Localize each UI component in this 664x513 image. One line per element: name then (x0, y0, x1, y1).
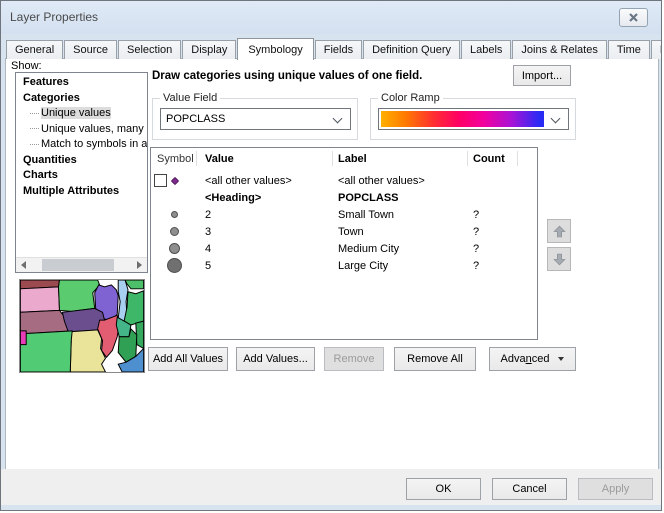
table-row[interactable]: 4 Medium City ? (151, 240, 537, 257)
tab-display[interactable]: Display (182, 40, 236, 59)
sidebar-item-unique-values-many[interactable]: Unique values, many (16, 122, 147, 138)
tab-time[interactable]: Time (608, 40, 650, 59)
value-field-select[interactable]: POPCLASS (160, 108, 351, 130)
cancel-button[interactable]: Cancel (492, 478, 567, 500)
sidebar-item-features[interactable]: Features (16, 75, 147, 91)
sidebar-item-charts[interactable]: Charts (16, 168, 147, 184)
tree-connector (30, 128, 39, 129)
tab-symbology[interactable]: Symbology (237, 38, 313, 60)
tab-source[interactable]: Source (64, 40, 117, 59)
table-row[interactable]: 3 Town ? (151, 223, 537, 240)
scroll-left-button[interactable] (16, 258, 31, 272)
table-row[interactable]: <all other values> <all other values> (151, 172, 537, 189)
header-value: Value (197, 151, 333, 166)
remove-all-button[interactable]: Remove All (394, 347, 476, 371)
scroll-right-icon (137, 261, 142, 269)
circle-symbol-icon (169, 243, 180, 254)
tab-general[interactable]: General (6, 40, 63, 59)
show-label: Show: (11, 60, 42, 72)
layer-properties-dialog: Layer Properties General Source Selectio… (0, 0, 662, 511)
scrollbar-thumb[interactable] (42, 259, 114, 271)
apply-button: Apply (578, 478, 653, 500)
ok-button[interactable]: OK (406, 478, 481, 500)
circle-symbol-icon (170, 227, 179, 236)
draw-method-heading: Draw categories using unique values of o… (152, 70, 422, 82)
scroll-left-icon (21, 261, 26, 269)
tab-strip: General Source Selection Display Symbolo… (6, 37, 662, 59)
tab-labels[interactable]: Labels (461, 40, 511, 59)
advanced-button[interactable]: Advanced (489, 347, 576, 371)
table-header: Symbol Value Label Count (151, 148, 537, 169)
add-all-values-button[interactable]: Add All Values (148, 347, 228, 371)
chevron-down-icon (333, 114, 343, 124)
down-arrow-icon (553, 253, 566, 266)
color-ramp-group: Color Ramp (370, 98, 576, 140)
close-button[interactable] (619, 8, 648, 27)
symbol-table: Symbol Value Label Count <all other valu… (150, 147, 538, 340)
up-arrow-icon (553, 225, 566, 238)
window-title: Layer Properties (10, 10, 98, 24)
color-ramp-label: Color Ramp (378, 92, 443, 104)
sidebar-item-unique-values[interactable]: Unique values (16, 106, 147, 122)
dropdown-arrow-icon (558, 357, 564, 361)
header-label: Label (333, 151, 468, 166)
symbology-tab-page: Show: Features Categories Unique values … (5, 58, 659, 470)
header-symbol: Symbol (151, 151, 197, 166)
color-ramp-gradient (381, 111, 544, 127)
scroll-right-button[interactable] (132, 258, 147, 272)
sidebar-item-multiple-attributes[interactable]: Multiple Attributes (16, 184, 147, 200)
circle-symbol-icon (171, 211, 178, 218)
tab-fields[interactable]: Fields (315, 40, 362, 59)
tree-horizontal-scrollbar[interactable] (16, 257, 147, 272)
table-row[interactable]: 2 Small Town ? (151, 206, 537, 223)
value-field-label: Value Field (160, 92, 220, 104)
title-bar[interactable]: Layer Properties (1, 1, 661, 34)
move-down-button[interactable] (547, 247, 571, 271)
move-up-button[interactable] (547, 219, 571, 243)
all-other-values-checkbox[interactable] (154, 174, 167, 187)
remove-button: Remove (324, 347, 384, 371)
import-button[interactable]: Import... (513, 65, 571, 86)
chevron-down-icon (551, 114, 561, 124)
point-symbol-icon (171, 176, 179, 184)
table-row[interactable]: 5 Large City ? (151, 257, 537, 274)
map-preview (19, 279, 145, 373)
circle-symbol-icon (167, 258, 182, 273)
show-tree: Features Categories Unique values Unique… (15, 72, 148, 273)
value-field-group: Value Field POPCLASS (152, 98, 358, 140)
header-count: Count (468, 151, 518, 166)
value-field-value: POPCLASS (166, 113, 225, 125)
tree-connector (30, 144, 39, 145)
add-values-button[interactable]: Add Values... (236, 347, 315, 371)
table-row[interactable]: <Heading> POPCLASS (151, 189, 537, 206)
tab-html-popup[interactable]: HTML Popup (651, 40, 662, 59)
sidebar-item-match-symbols[interactable]: Match to symbols in a (16, 137, 147, 153)
close-icon (628, 12, 639, 23)
sidebar-item-quantities[interactable]: Quantities (16, 153, 147, 169)
tab-joins-relates[interactable]: Joins & Relates (512, 40, 606, 59)
color-ramp-select[interactable] (378, 108, 569, 130)
tab-definition-query[interactable]: Definition Query (363, 40, 460, 59)
tab-selection[interactable]: Selection (118, 40, 181, 59)
tree-connector (30, 113, 39, 114)
sidebar-item-categories[interactable]: Categories (16, 91, 147, 107)
